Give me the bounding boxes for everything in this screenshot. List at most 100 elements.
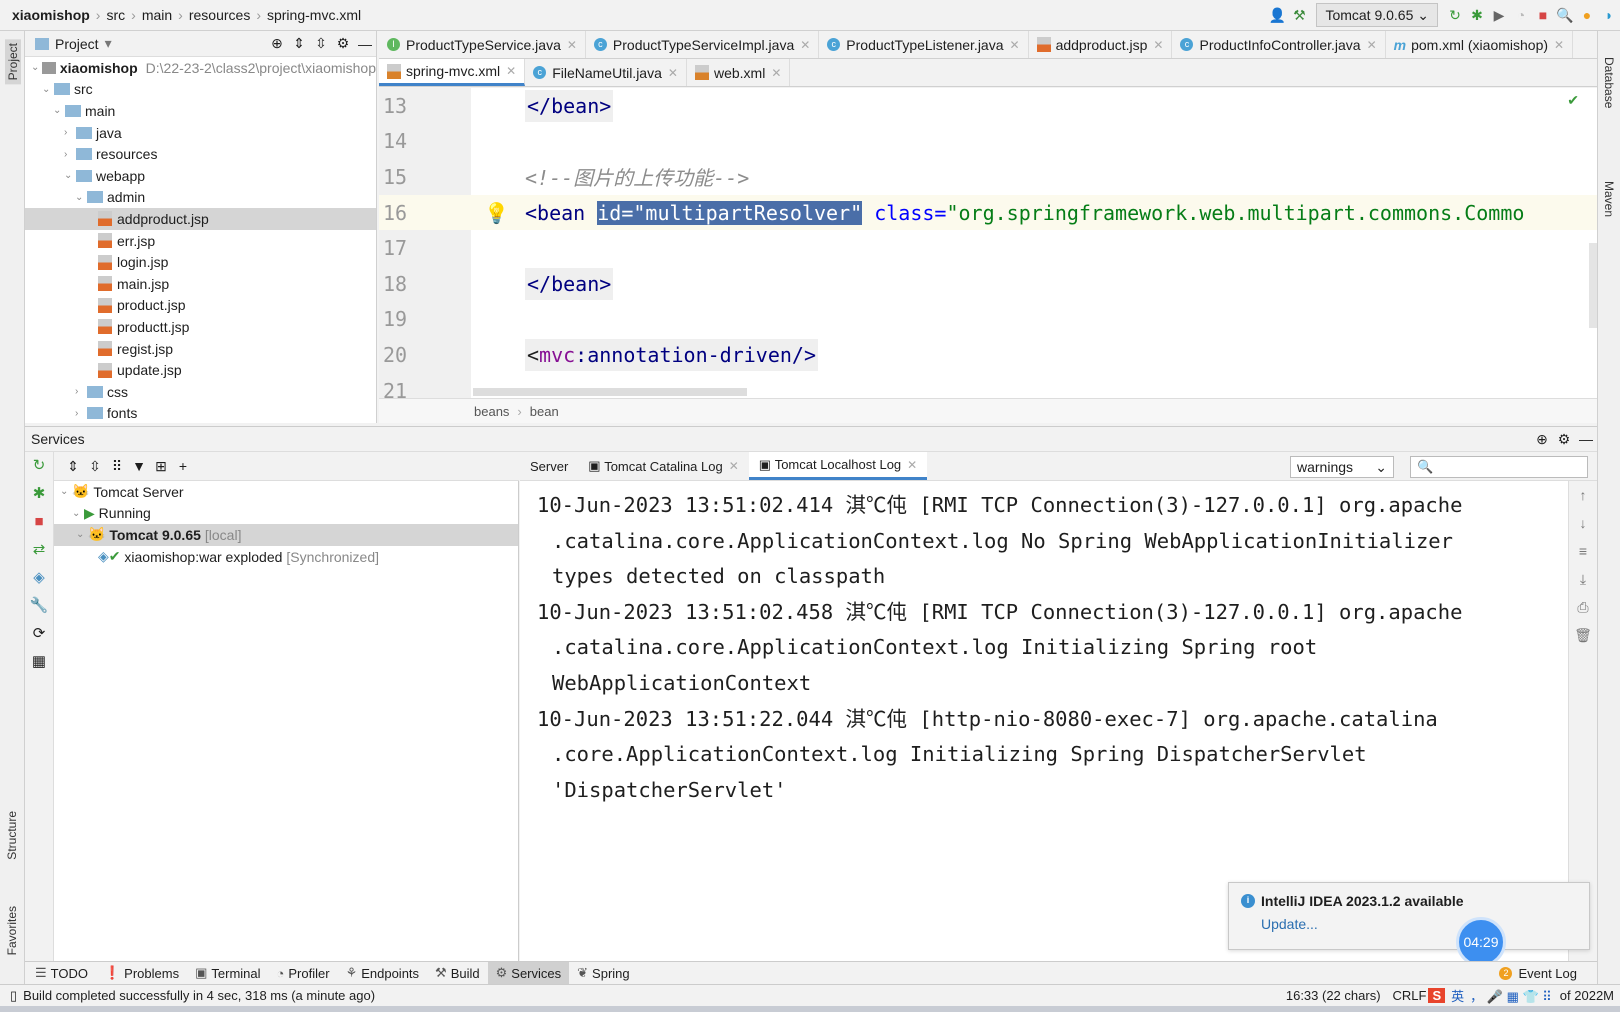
- bottom-tab-todo[interactable]: ☰ TODO: [27, 962, 96, 984]
- tree-item[interactable]: ⌄ webapp: [25, 165, 376, 187]
- update-link[interactable]: Update...: [1229, 909, 1589, 932]
- tree-item[interactable]: login.jsp: [25, 251, 376, 273]
- breadcrumb-project[interactable]: xiaomishop: [12, 7, 90, 23]
- editor-tab[interactable]: c FileNameUtil.java ✕: [525, 59, 687, 86]
- expand-all-icon[interactable]: ⇕: [62, 455, 84, 477]
- locate-icon[interactable]: ⊕: [1531, 428, 1553, 450]
- editor-tab[interactable]: c ProductInfoController.java ✕: [1172, 31, 1386, 58]
- tree-item[interactable]: main.jsp: [25, 273, 376, 295]
- profile-icon[interactable]: ◔: [1510, 4, 1532, 26]
- bottom-tab-profiler[interactable]: ◔ Profiler: [269, 962, 338, 984]
- plugin-icon[interactable]: ◗: [1598, 4, 1620, 26]
- stop-icon[interactable]: ■: [1532, 4, 1554, 26]
- project-panel-title[interactable]: Project: [55, 36, 99, 52]
- breadcrumb-resources[interactable]: resources: [189, 7, 250, 23]
- tree-item[interactable]: › java: [25, 122, 376, 144]
- up-icon[interactable]: ↑: [1569, 481, 1597, 509]
- structure-tool-tab[interactable]: Structure: [5, 811, 19, 860]
- filter-icon[interactable]: ▼: [128, 455, 150, 477]
- vertical-scrollbar[interactable]: [1589, 243, 1597, 328]
- tree-item[interactable]: regist.jsp: [25, 338, 376, 360]
- editor-tab[interactable]: web.xml ✕: [687, 59, 791, 86]
- bottom-tab-spring[interactable]: ❦ Spring: [569, 962, 637, 984]
- event-log-button[interactable]: 2 Event Log: [1499, 966, 1597, 981]
- coverage-icon[interactable]: ▶: [1488, 4, 1510, 26]
- down-icon[interactable]: ↓: [1569, 509, 1597, 537]
- tree-item[interactable]: product.jsp: [25, 295, 376, 317]
- minimize-icon[interactable]: —: [1575, 428, 1597, 450]
- tab-localhost-log[interactable]: ▣ Tomcat Localhost Log ✕: [748, 452, 928, 480]
- tree-item[interactable]: › css: [25, 381, 376, 403]
- database-tool-tab[interactable]: Database: [1602, 57, 1616, 108]
- debug-icon[interactable]: ✱: [25, 480, 53, 508]
- minimize-icon[interactable]: —: [354, 33, 376, 55]
- bottom-tab-services[interactable]: ⚙ Services: [487, 962, 570, 984]
- gear-icon[interactable]: ⚙: [1553, 428, 1575, 450]
- locate-icon[interactable]: ⊕: [266, 33, 288, 55]
- log-level-select[interactable]: warnings ⌄: [1290, 456, 1394, 478]
- debug-icon[interactable]: ✱: [1466, 4, 1488, 26]
- tab-catalina-log[interactable]: ▣ Tomcat Catalina Log ✕: [578, 452, 748, 480]
- favorites-tool-tab[interactable]: Favorites: [5, 906, 19, 955]
- project-tool-tab[interactable]: Project: [5, 39, 21, 85]
- tree-item[interactable]: productt.jsp: [25, 316, 376, 338]
- stop-icon[interactable]: ■: [25, 508, 53, 536]
- build-hammer-icon[interactable]: ⚒: [1288, 4, 1310, 26]
- collapse-all-icon[interactable]: ⇳: [84, 455, 106, 477]
- tree-item-tomcat-server[interactable]: ⌄ 🐱 Tomcat Server: [54, 481, 518, 503]
- breadcrumb-main[interactable]: main: [142, 7, 172, 23]
- tab-server[interactable]: Server: [520, 452, 578, 480]
- update-icon[interactable]: ●: [1576, 4, 1598, 26]
- add-icon[interactable]: +: [172, 455, 194, 477]
- breadcrumb-src[interactable]: src: [106, 7, 125, 23]
- rerun-icon[interactable]: ↻: [1444, 4, 1466, 26]
- editor-tab[interactable]: addproduct.jsp ✕: [1029, 31, 1173, 58]
- expand-all-icon[interactable]: ⇕: [288, 33, 310, 55]
- bottom-tab-terminal[interactable]: ▣ Terminal: [187, 962, 268, 984]
- lightbulb-icon[interactable]: 💡: [484, 201, 509, 225]
- new-tab-icon[interactable]: ⊞: [150, 455, 172, 477]
- editor-tab[interactable]: c ProductTypeListener.java ✕: [819, 31, 1029, 58]
- tree-item[interactable]: ⌄ main: [25, 100, 376, 122]
- breadcrumb-file[interactable]: spring-mvc.xml: [267, 7, 361, 23]
- artifact-icon[interactable]: ◈: [25, 564, 53, 592]
- tree-root[interactable]: ⌄ xiaomishop D:\22-23-2\class2\project\xia…: [25, 57, 376, 79]
- tree-item-running[interactable]: ⌄ ▶ Running: [54, 503, 518, 525]
- trash-icon[interactable]: 🗑: [1569, 621, 1597, 649]
- editor-tab[interactable]: m pom.xml (xiaomishop) ✕: [1386, 31, 1574, 58]
- memory-indicator[interactable]: of 2022M: [1560, 988, 1614, 1003]
- status-message[interactable]: Build completed successfully in 4 sec, 3…: [23, 988, 375, 1003]
- tree-item[interactable]: update.jsp: [25, 359, 376, 381]
- cursor-position[interactable]: 16:33 (22 chars): [1286, 988, 1381, 1003]
- collapse-all-icon[interactable]: ⇳: [310, 33, 332, 55]
- user-icon[interactable]: 👤: [1266, 4, 1288, 26]
- tree-item[interactable]: ⌄ admin: [25, 187, 376, 209]
- line-separator[interactable]: CRLF: [1393, 988, 1427, 1003]
- tree-item[interactable]: › resources: [25, 143, 376, 165]
- horizontal-scrollbar[interactable]: [473, 388, 747, 396]
- tree-item[interactable]: err.jsp: [25, 230, 376, 252]
- bottom-tab-problems[interactable]: ❗ Problems: [96, 962, 187, 984]
- run-config-select[interactable]: Tomcat 9.0.65 ⌄: [1316, 3, 1438, 27]
- soft-wrap-icon[interactable]: ≡: [1569, 537, 1597, 565]
- wrench-icon[interactable]: 🔧: [25, 592, 53, 620]
- rerun-icon[interactable]: ↻: [25, 452, 53, 480]
- maven-tool-tab[interactable]: Maven: [1602, 181, 1616, 217]
- bottom-tab-endpoints[interactable]: ⚘ Endpoints: [338, 962, 427, 984]
- ime-mode[interactable]: 英: [1451, 986, 1464, 1005]
- group-icon[interactable]: ⠿: [106, 455, 128, 477]
- print-icon[interactable]: ⎙: [1569, 593, 1597, 621]
- refresh-icon[interactable]: ⟳: [25, 620, 53, 648]
- tree-item[interactable]: › fonts: [25, 403, 376, 425]
- deploy-icon[interactable]: ⇄: [25, 536, 53, 564]
- log-search-input[interactable]: 🔍: [1410, 456, 1588, 478]
- tree-item[interactable]: addproduct.jsp: [25, 208, 376, 230]
- tree-item-artifact[interactable]: ◈ ✔ xiaomishop:war exploded [Synchronized]: [54, 546, 518, 568]
- editor-tab[interactable]: spring-mvc.xml ✕: [379, 59, 526, 86]
- code-editor[interactable]: 13 </bean> 14 15 <!--图片的上传功能--> 16 💡 <bean…: [379, 88, 1597, 398]
- layout-icon[interactable]: ▦: [25, 648, 53, 676]
- tree-item[interactable]: ⌄ src: [25, 79, 376, 101]
- tree-item-tomcat[interactable]: ⌄ 🐱 Tomcat 9.0.65 [local]: [54, 524, 518, 546]
- search-icon[interactable]: 🔍: [1554, 4, 1576, 26]
- editor-tab[interactable]: c ProductTypeServiceImpl.java ✕: [586, 31, 820, 58]
